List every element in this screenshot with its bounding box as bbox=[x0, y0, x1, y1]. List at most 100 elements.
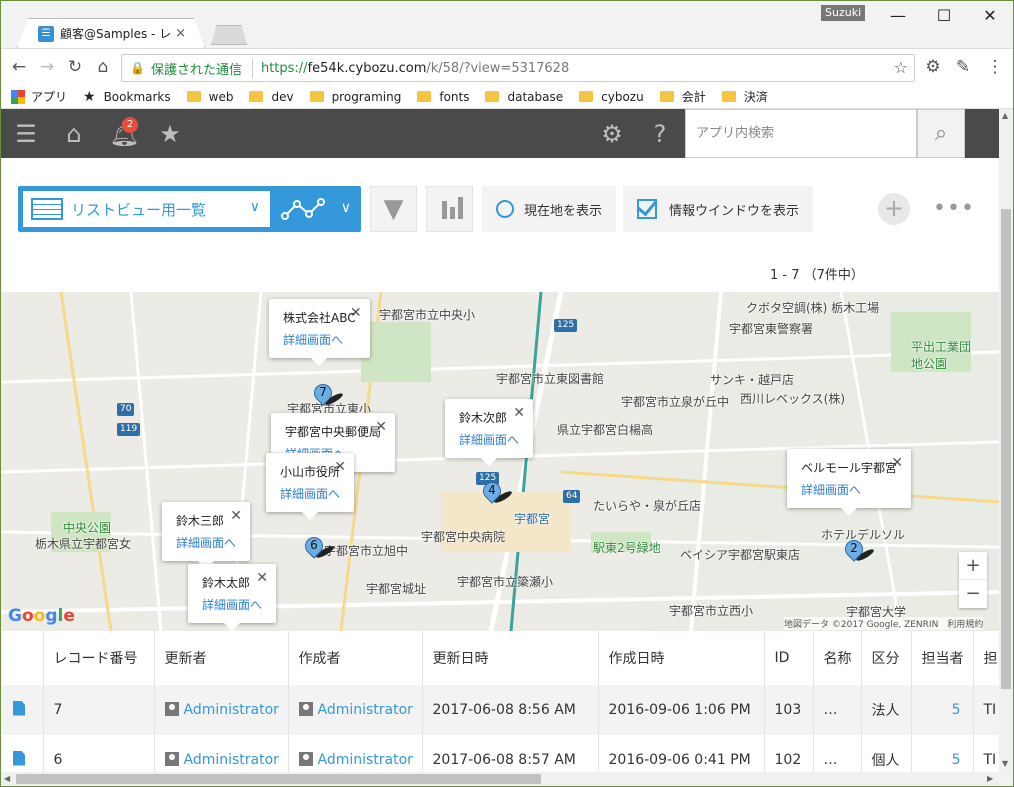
favorite-star-icon[interactable]: ★ bbox=[157, 121, 183, 147]
bookmark-folder[interactable]: 決済 bbox=[721, 88, 768, 105]
map-attribution[interactable]: 地図データ ©2017 Google, ZENRIN 利用規約 bbox=[784, 617, 984, 630]
map[interactable]: 宇都宮市立中央小 宇都宮市立東小 宇都宮市立旭中 宇都宮城址 宇都宮中央病院 宇… bbox=[1, 292, 999, 631]
table-row[interactable]: 6 Administrator Administrator 2017-06-08… bbox=[1, 735, 999, 772]
search-icon[interactable]: ⌕ bbox=[917, 109, 965, 158]
bookmark-apps[interactable]: アプリ bbox=[11, 88, 67, 105]
bookmark-bookmarks[interactable]: ★ Bookmarks bbox=[83, 89, 171, 105]
bookmark-star-icon[interactable]: ☆ bbox=[894, 58, 908, 77]
gear-icon[interactable]: ⚙ bbox=[599, 121, 625, 147]
close-window-icon[interactable]: ✕ bbox=[967, 3, 1013, 29]
reload-icon[interactable]: ↻ bbox=[65, 57, 85, 77]
graph-select-button[interactable]: ∨ bbox=[273, 186, 361, 232]
column-header[interactable]: 区分 bbox=[861, 631, 912, 685]
scroll-up-icon[interactable]: ▲ bbox=[1002, 111, 1008, 120]
horizontal-scrollbar[interactable]: ◀ ▶ bbox=[1, 772, 999, 786]
bookmark-folder[interactable]: fonts bbox=[417, 90, 469, 104]
tanto-cell[interactable]: 5 bbox=[911, 735, 974, 772]
bookmark-label: アプリ bbox=[31, 90, 68, 104]
record-detail-icon[interactable] bbox=[13, 700, 25, 716]
column-header[interactable]: 作成者 bbox=[288, 631, 423, 685]
bookmark-folder[interactable]: database bbox=[485, 90, 563, 104]
tanto-cell[interactable]: 5 bbox=[911, 685, 974, 735]
show-info-window-toggle[interactable]: 情報ウインドウを表示 bbox=[623, 186, 814, 232]
column-header[interactable]: 担当者 bbox=[911, 631, 974, 685]
browser-tab[interactable]: ☰ 顧客@Samples - レコードの × bbox=[17, 18, 205, 48]
user-link[interactable]: Administrator bbox=[318, 702, 413, 718]
minimize-icon[interactable]: — bbox=[875, 3, 921, 29]
filter-funnel-icon[interactable]: ▼ bbox=[370, 186, 417, 232]
close-tab-icon[interactable]: × bbox=[175, 26, 186, 41]
add-record-button[interactable]: + bbox=[878, 193, 910, 225]
bookmark-folder[interactable]: cybozu bbox=[579, 90, 644, 104]
scroll-left-icon[interactable]: ◀ bbox=[4, 774, 10, 783]
pin-number: 6 bbox=[310, 538, 318, 552]
table-row[interactable]: 7 Administrator Administrator 2017-06-08… bbox=[1, 685, 999, 735]
zoom-in-button[interactable]: + bbox=[959, 552, 987, 580]
map-label: 宇都宮市立旭中 bbox=[324, 544, 409, 558]
detail-link[interactable]: 詳細画面へ bbox=[459, 431, 519, 448]
bar-chart-bar bbox=[450, 207, 455, 219]
column-header[interactable]: 更新日時 bbox=[422, 631, 599, 685]
help-icon[interactable]: ? bbox=[647, 121, 673, 147]
address-bar[interactable]: 🔒 保護された通信 https:// fe54k.cybozu.com /k/5… bbox=[121, 54, 915, 82]
scroll-right-icon[interactable]: ▶ bbox=[987, 774, 993, 783]
detail-link[interactable]: 詳細画面へ bbox=[202, 596, 262, 613]
column-header[interactable]: ID bbox=[764, 631, 814, 685]
forward-icon[interactable]: → bbox=[37, 57, 57, 77]
more-options-icon[interactable]: ••• bbox=[933, 196, 975, 221]
column-header[interactable]: 作成日時 bbox=[598, 631, 765, 685]
detail-link[interactable]: 詳細画面へ bbox=[280, 485, 340, 502]
new-tab-button[interactable] bbox=[211, 25, 247, 45]
bar-chart-icon[interactable] bbox=[426, 186, 473, 232]
kubun-cell: 法人 bbox=[861, 685, 912, 735]
column-header[interactable]: 更新者 bbox=[154, 631, 289, 685]
scroll-down-icon[interactable]: ▼ bbox=[1002, 759, 1008, 768]
column-header[interactable]: 担 bbox=[973, 631, 999, 685]
view-select[interactable]: リストビュー用一覧 ∨ bbox=[23, 191, 270, 227]
close-icon[interactable]: ✕ bbox=[334, 459, 346, 475]
detail-link[interactable]: 詳細画面へ bbox=[283, 331, 356, 348]
close-icon[interactable]: ✕ bbox=[513, 405, 525, 421]
bookmark-folder[interactable]: 会計 bbox=[659, 88, 706, 105]
menu-dots-icon[interactable]: ⋮ bbox=[985, 57, 1005, 77]
column-header[interactable]: 名称 bbox=[813, 631, 862, 685]
map-label: 宇都宮市立中央小 bbox=[379, 308, 476, 322]
record-detail-icon[interactable] bbox=[13, 750, 25, 766]
hamburger-menu-icon[interactable]: ☰ bbox=[13, 121, 39, 147]
extension-icon[interactable]: ✎ bbox=[953, 57, 973, 77]
user-link[interactable]: Administrator bbox=[184, 702, 279, 718]
zoom-out-button[interactable]: − bbox=[959, 580, 987, 608]
vertical-scrollbar[interactable]: ▲ ▼ bbox=[999, 109, 1013, 772]
user-badge[interactable]: Suzuki bbox=[821, 5, 866, 21]
info-window-label: 情報ウインドウを表示 bbox=[669, 203, 800, 219]
folder-icon bbox=[417, 91, 432, 102]
close-icon[interactable]: ✕ bbox=[375, 419, 387, 435]
detail-link[interactable]: 詳細画面へ bbox=[176, 534, 236, 551]
close-icon[interactable]: ✕ bbox=[230, 508, 242, 524]
detail-link[interactable]: 詳細画面へ bbox=[801, 481, 897, 498]
map-pin[interactable]: 4 bbox=[479, 478, 514, 508]
user-link[interactable]: Administrator bbox=[184, 752, 279, 768]
app-search-input[interactable]: アプリ内検索 bbox=[685, 109, 917, 158]
bookmark-folder[interactable]: web bbox=[186, 90, 233, 104]
map-pin[interactable]: 2 bbox=[841, 536, 876, 566]
vertical-scroll-thumb[interactable] bbox=[1001, 209, 1011, 689]
back-icon[interactable]: ← bbox=[9, 57, 29, 77]
show-current-location-toggle[interactable]: 現在地を表示 bbox=[482, 186, 617, 232]
home-icon[interactable]: ⌂ bbox=[93, 57, 113, 77]
home-icon[interactable]: ⌂ bbox=[61, 121, 87, 147]
close-icon[interactable]: ✕ bbox=[350, 305, 362, 321]
bookmark-folder[interactable]: dev bbox=[249, 90, 294, 104]
user-link[interactable]: Administrator bbox=[318, 752, 413, 768]
map-pin[interactable]: 6 bbox=[301, 533, 336, 563]
extension-gear-icon[interactable]: ⚙ bbox=[923, 57, 943, 77]
bookmark-folder[interactable]: programing bbox=[309, 90, 401, 104]
kubun-cell: 個人 bbox=[861, 735, 912, 772]
close-icon[interactable]: ✕ bbox=[256, 570, 268, 586]
maximize-icon[interactable]: ☐ bbox=[921, 3, 967, 29]
info-window: ベルモール宇都宮 詳細画面へ ✕ bbox=[787, 449, 912, 516]
map-pin[interactable]: 7 bbox=[310, 380, 345, 410]
column-header[interactable]: レコード番号 bbox=[43, 631, 155, 685]
close-icon[interactable]: ✕ bbox=[891, 455, 903, 471]
horizontal-scroll-thumb[interactable] bbox=[16, 774, 541, 784]
